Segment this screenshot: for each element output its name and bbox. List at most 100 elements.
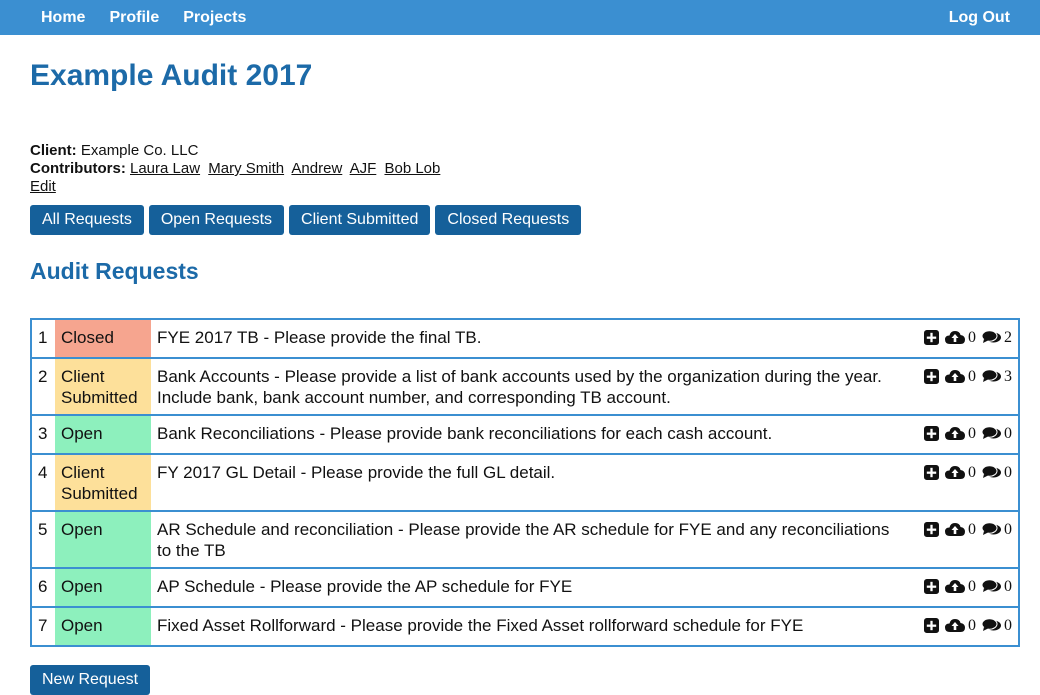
nav-projects-link[interactable]: Projects — [183, 9, 246, 27]
page-title: Example Audit 2017 — [30, 59, 313, 92]
contributor-link[interactable]: Laura Law — [130, 160, 200, 177]
upload-count: 0 — [968, 578, 976, 595]
contributor-link[interactable]: Andrew — [291, 160, 342, 177]
contributors-row: Contributors: Laura Law Mary Smith Andre… — [30, 160, 1010, 178]
request-number: 1 — [31, 319, 55, 359]
status-badge: Client Submitted — [55, 358, 151, 416]
comment-count: 0 — [1004, 425, 1012, 442]
nav-home-link[interactable]: Home — [41, 9, 85, 27]
request-description[interactable]: Bank Accounts - Please provide a list of… — [151, 358, 899, 416]
add-button[interactable] — [924, 618, 939, 633]
status-badge: Open — [55, 607, 151, 647]
request-description[interactable]: FYE 2017 TB - Please provide the final T… — [151, 319, 899, 359]
plus-square-icon — [924, 579, 939, 594]
request-description[interactable]: AR Schedule and reconciliation - Please … — [151, 511, 899, 569]
comments-icon — [982, 618, 1001, 633]
open-requests-button[interactable]: Open Requests — [148, 205, 285, 235]
request-row[interactable]: 6 Open AP Schedule - Please provide the AP… — [31, 568, 1019, 608]
comment-count: 0 — [1004, 464, 1012, 481]
contributor-link[interactable]: AJF — [350, 160, 377, 177]
add-button[interactable] — [924, 426, 939, 441]
request-row[interactable]: 5 Open AR Schedule and reconciliation - Pl… — [31, 511, 1019, 569]
new-request-button[interactable]: New Request — [30, 665, 151, 695]
request-row[interactable]: 2 Client Submitted Bank Accounts - Please … — [31, 358, 1019, 416]
plus-square-icon — [924, 618, 939, 633]
request-actions: 00 — [899, 607, 1019, 647]
request-description[interactable]: Fixed Asset Rollforward - Please provide… — [151, 607, 899, 647]
request-number: 6 — [31, 568, 55, 608]
comments-button[interactable]: 0 — [982, 423, 1012, 444]
comments-button[interactable]: 0 — [982, 462, 1012, 483]
request-actions: 03 — [899, 358, 1019, 416]
cloud-upload-icon — [945, 330, 965, 345]
request-number: 3 — [31, 415, 55, 455]
comments-button[interactable]: 3 — [982, 366, 1012, 387]
all-requests-button[interactable]: All Requests — [30, 205, 144, 235]
request-actions: 00 — [899, 454, 1019, 512]
upload-button[interactable]: 0 — [945, 576, 976, 597]
request-actions: 00 — [899, 415, 1019, 455]
main-content: Example Audit 2017 Client: Example Co. L… — [0, 35, 1040, 695]
comments-icon — [982, 522, 1001, 537]
status-badge: Open — [55, 415, 151, 455]
status-badge: Open — [55, 568, 151, 608]
upload-button[interactable]: 0 — [945, 366, 976, 387]
plus-square-icon — [924, 426, 939, 441]
upload-button[interactable]: 0 — [945, 423, 976, 444]
comments-button[interactable]: 2 — [982, 327, 1012, 348]
plus-square-icon — [924, 522, 939, 537]
contributor-link[interactable]: Mary Smith — [208, 160, 284, 177]
request-description[interactable]: FY 2017 GL Detail - Please provide the f… — [151, 454, 899, 512]
client-label: Client: — [30, 142, 77, 159]
comment-count: 2 — [1004, 329, 1012, 346]
request-row[interactable]: 7 Open Fixed Asset Rollforward - Please pr… — [31, 607, 1019, 647]
request-description[interactable]: AP Schedule - Please provide the AP sche… — [151, 568, 899, 608]
comment-count: 0 — [1004, 578, 1012, 595]
upload-button[interactable]: 0 — [945, 519, 976, 540]
client-submitted-button[interactable]: Client Submitted — [289, 205, 431, 235]
comments-icon — [982, 465, 1001, 480]
comments-button[interactable]: 0 — [982, 519, 1012, 540]
request-row[interactable]: 3 Open Bank Reconciliations - Please provi… — [31, 415, 1019, 455]
upload-button[interactable]: 0 — [945, 615, 976, 636]
logout-link[interactable]: Log Out — [949, 9, 1010, 27]
add-button[interactable] — [924, 330, 939, 345]
comments-icon — [982, 330, 1001, 345]
request-row[interactable]: 1 Closed FYE 2017 TB - Please provide the … — [31, 319, 1019, 359]
upload-button[interactable]: 0 — [945, 462, 976, 483]
comment-count: 0 — [1004, 521, 1012, 538]
comment-count: 3 — [1004, 368, 1012, 385]
upload-count: 0 — [968, 329, 976, 346]
request-row[interactable]: 4 Client Submitted FY 2017 GL Detail - Ple… — [31, 454, 1019, 512]
add-button[interactable] — [924, 465, 939, 480]
client-name: Example Co. LLC — [80, 142, 199, 159]
cloud-upload-icon — [945, 579, 965, 594]
comments-icon — [982, 426, 1001, 441]
comment-count: 0 — [1004, 617, 1012, 634]
upload-button[interactable]: 0 — [945, 327, 976, 348]
comments-icon — [982, 369, 1001, 384]
closed-requests-button[interactable]: Closed Requests — [435, 205, 582, 235]
request-number: 5 — [31, 511, 55, 569]
request-actions: 00 — [899, 568, 1019, 608]
request-description[interactable]: Bank Reconciliations - Please provide ba… — [151, 415, 899, 455]
add-button[interactable] — [924, 369, 939, 384]
nav-profile-link[interactable]: Profile — [109, 9, 159, 27]
request-actions: 02 — [899, 319, 1019, 359]
comments-button[interactable]: 0 — [982, 576, 1012, 597]
edit-link[interactable]: Edit — [30, 178, 56, 195]
project-meta: Client: Example Co. LLC Contributors: La… — [30, 142, 1010, 196]
comments-icon — [982, 579, 1001, 594]
cloud-upload-icon — [945, 369, 965, 384]
cloud-upload-icon — [945, 618, 965, 633]
add-button[interactable] — [924, 579, 939, 594]
upload-count: 0 — [968, 617, 976, 634]
add-button[interactable] — [924, 522, 939, 537]
top-navbar: Home Profile Projects Log Out — [0, 0, 1040, 35]
status-badge: Closed — [55, 319, 151, 359]
request-filters: All Requests Open Requests Client Submit… — [30, 205, 1010, 235]
audit-requests-table: 1 Closed FYE 2017 TB - Please provide the … — [30, 318, 1020, 647]
comments-button[interactable]: 0 — [982, 615, 1012, 636]
status-badge: Open — [55, 511, 151, 569]
contributor-link[interactable]: Bob Lob — [384, 160, 440, 177]
